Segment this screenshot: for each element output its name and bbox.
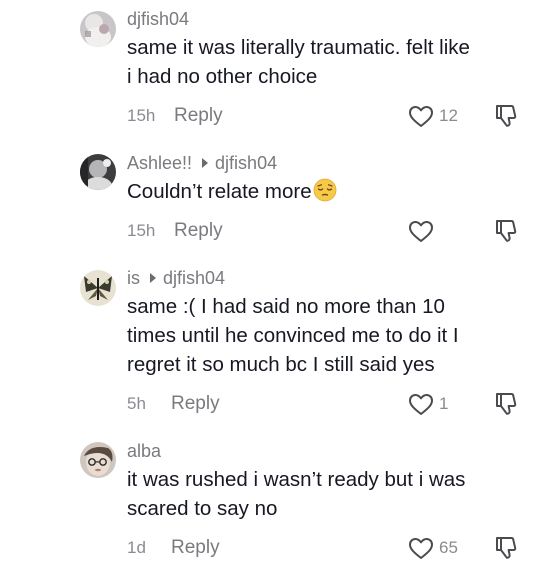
comment-text-line: regret it so much bc I still said yes bbox=[127, 353, 435, 376]
avatar[interactable] bbox=[80, 442, 116, 478]
triangle-right-icon bbox=[149, 272, 157, 284]
comment-text-line: scared to say no bbox=[127, 497, 278, 520]
like-count: 1 bbox=[439, 394, 449, 413]
comment-text-line: it was rushed i wasn’t ready but i was bbox=[127, 468, 466, 491]
reply-button[interactable]: Reply bbox=[174, 220, 223, 242]
comment-text: same :( I had said no more than 10 times… bbox=[127, 292, 520, 379]
comment-text-line: same :( I had said no more than 10 bbox=[127, 295, 445, 318]
triangle-right-icon bbox=[201, 157, 209, 169]
comment-actions: 1d Reply 65 bbox=[127, 536, 527, 560]
timestamp: 5h bbox=[127, 394, 146, 413]
comment-text: it was rushed i wasn’t ready but i was s… bbox=[127, 465, 520, 523]
dislike-button[interactable] bbox=[495, 392, 517, 416]
avatar[interactable] bbox=[80, 154, 116, 190]
like-button[interactable]: 12 bbox=[408, 104, 458, 128]
comment-actions: 15h Reply 12 bbox=[127, 104, 527, 128]
heart-outline-icon bbox=[408, 220, 434, 243]
reply-to-username[interactable]: djfish04 bbox=[215, 152, 277, 174]
comment-text-line: Couldn’t relate more bbox=[127, 180, 312, 203]
thumbs-down-icon bbox=[495, 536, 517, 560]
like-count: 12 bbox=[439, 106, 458, 125]
comment-text: Couldn’t relate more bbox=[127, 177, 520, 210]
timestamp: 15h bbox=[127, 221, 156, 240]
heart-outline-icon bbox=[408, 393, 434, 416]
dislike-button[interactable] bbox=[495, 536, 517, 560]
comment-author: djfish04 bbox=[127, 8, 520, 30]
reply-to-username[interactable]: djfish04 bbox=[163, 267, 225, 289]
avatar[interactable] bbox=[80, 270, 116, 306]
timestamp: 15h bbox=[127, 106, 156, 125]
reply-button[interactable]: Reply bbox=[171, 537, 220, 559]
avatar[interactable] bbox=[80, 11, 116, 47]
thumbs-down-icon bbox=[495, 392, 517, 416]
heart-outline-icon bbox=[408, 537, 434, 560]
username[interactable]: is bbox=[127, 267, 140, 289]
pensive-face-icon bbox=[313, 178, 337, 210]
dislike-button[interactable] bbox=[495, 219, 517, 243]
comment-text-line: times until he convinced me to do it I bbox=[127, 324, 459, 347]
thumbs-down-icon bbox=[495, 104, 517, 128]
username[interactable]: alba bbox=[127, 440, 161, 462]
comment-text: same it was literally traumatic. felt li… bbox=[127, 33, 520, 91]
comment-actions: 15h Reply bbox=[127, 219, 527, 243]
thumbs-down-icon bbox=[495, 219, 517, 243]
reply-button[interactable]: Reply bbox=[174, 105, 223, 127]
comment-author: Ashlee!! djfish04 bbox=[127, 152, 520, 174]
reply-button[interactable]: Reply bbox=[171, 393, 220, 415]
dislike-button[interactable] bbox=[495, 104, 517, 128]
like-button[interactable]: 65 bbox=[408, 536, 458, 560]
username[interactable]: djfish04 bbox=[127, 8, 189, 30]
comment-author: is djfish04 bbox=[127, 267, 520, 289]
like-button[interactable] bbox=[408, 219, 439, 243]
comment-author: alba bbox=[127, 440, 520, 462]
timestamp: 1d bbox=[127, 538, 146, 557]
username[interactable]: Ashlee!! bbox=[127, 152, 192, 174]
like-button[interactable]: 1 bbox=[408, 392, 448, 416]
comment-text-line: same it was literally traumatic. felt li… bbox=[127, 36, 470, 59]
like-count: 65 bbox=[439, 538, 458, 557]
comment-text-line: i had no other choice bbox=[127, 65, 318, 88]
heart-outline-icon bbox=[408, 105, 434, 128]
comment-actions: 5h Reply 1 bbox=[127, 392, 527, 416]
